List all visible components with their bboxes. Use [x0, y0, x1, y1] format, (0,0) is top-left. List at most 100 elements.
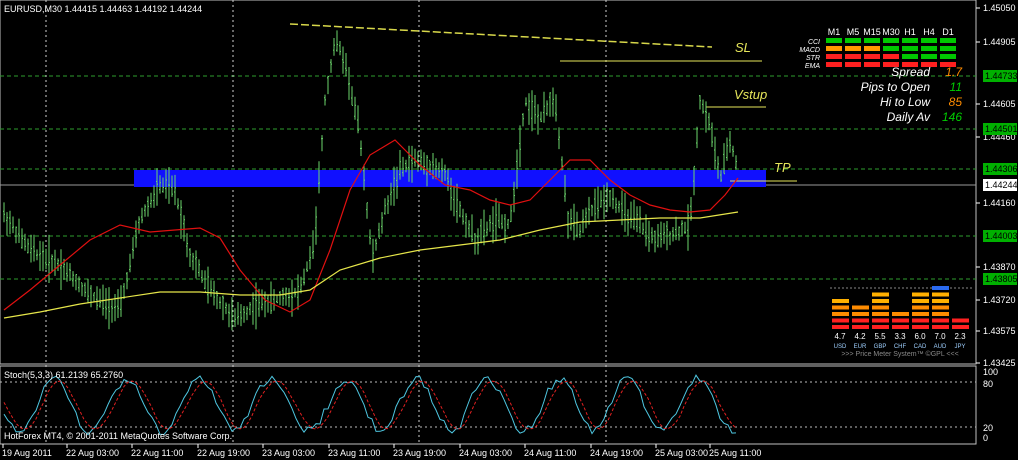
trend-row-label: STR [806, 55, 820, 62]
meter-value: 6.0 [914, 332, 926, 341]
trend-row-label: CCI [808, 39, 820, 46]
meter-bar-segment [932, 305, 949, 310]
meter-bar-segment [892, 312, 909, 316]
meter-bar-segment [912, 305, 929, 310]
price-marker: 1.44733 [983, 70, 1018, 82]
trend-column-label: M15 [863, 27, 881, 37]
meter-bar-segment [952, 318, 969, 323]
meter-bar-segment [952, 325, 969, 329]
meter-bar-segment [932, 299, 949, 303]
tp-label: TP [774, 160, 791, 175]
time-tick-label: 22 Aug 03:00 [66, 448, 119, 458]
meter-bar-segment [932, 318, 949, 323]
price-marker: 1.44501 [983, 123, 1018, 135]
meter-value: 4.2 [854, 332, 866, 341]
price-marker: 1.44003 [983, 230, 1018, 242]
stoch-tick-label: 100 [983, 367, 998, 377]
time-tick-label: 23 Aug 03:00 [262, 448, 315, 458]
trend-column-label: D1 [942, 27, 954, 37]
trend-cell [845, 62, 861, 67]
symbol-header: EURUSD,M30 1.44415 1.44463 1.44192 1.442… [4, 4, 202, 14]
meter-value: 3.3 [894, 332, 906, 341]
vstup-label: Vstup [734, 87, 767, 102]
meter-bar-segment [832, 312, 849, 316]
meter-bar-segment [832, 318, 849, 323]
meter-bar-segment [852, 318, 869, 323]
meter-bar-segment [872, 312, 889, 316]
time-tick-label: 23 Aug 11:00 [328, 448, 380, 458]
entry-zone [134, 170, 766, 187]
meter-bar-segment [912, 318, 929, 323]
meter-bar-segment [892, 325, 909, 329]
trend-cell [845, 54, 861, 59]
trend-cell [864, 46, 880, 51]
trend-column-label: H4 [923, 27, 935, 37]
price-tick-label: 1.45050 [983, 3, 1016, 13]
price-marker-label: 1.44244 [985, 180, 1018, 190]
trend-cell [940, 38, 956, 43]
trend-cell [845, 38, 861, 43]
meter-bar-segment [932, 325, 949, 329]
meter-value: 5.5 [874, 332, 886, 341]
meter-value: 7.0 [934, 332, 946, 341]
meter-currency: USD [834, 344, 847, 350]
meter-bar-segment [852, 305, 869, 310]
trend-cell [883, 54, 899, 59]
trend-cell [845, 46, 861, 51]
stat-label: Daily Av [887, 110, 931, 124]
meter-bar-segment [912, 299, 929, 303]
time-tick-label: 22 Aug 19:00 [197, 448, 250, 458]
trend-cell [921, 38, 937, 43]
meter-currency: CAD [914, 344, 927, 350]
meter-bar-segment [872, 292, 889, 297]
meter-bar-segment [872, 305, 889, 310]
trend-cell [864, 38, 880, 43]
time-tick-label: 25 Aug 11:00 [709, 448, 761, 458]
price-marker: 1.43805 [983, 273, 1018, 285]
stat-label: Spread [891, 65, 930, 79]
price-marker-label: 1.44733 [985, 71, 1018, 81]
time-tick-label: 24 Aug 19:00 [590, 448, 643, 458]
time-axis: 19 Aug 2011 22 Aug 03:00 22 Aug 11:00 22 Au… [2, 444, 761, 458]
price-marker: 1.44244 [983, 179, 1018, 191]
trend-cell [940, 54, 956, 59]
stoch-label: Stoch(5,3,3) 61.2139 65.2760 [4, 370, 123, 380]
trend-cell [940, 46, 956, 51]
time-tick-label: 24 Aug 03:00 [459, 448, 512, 458]
trend-column-label: H1 [904, 27, 916, 37]
trend-cell [883, 38, 899, 43]
meter-bar-segment [832, 325, 849, 329]
meter-value: 4.7 [834, 332, 846, 341]
price-marker-label: 1.44003 [985, 231, 1018, 241]
trend-cell [902, 46, 918, 51]
chart-canvas[interactable]: 1.450501.449051.446051.444601.441601.438… [0, 0, 1018, 460]
trend-cell [921, 54, 937, 59]
trend-column-label: M1 [828, 27, 841, 37]
meter-currency: GBP [874, 344, 887, 350]
trend-cell [883, 46, 899, 51]
trend-cell [902, 54, 918, 59]
price-tick-label: 1.44605 [983, 99, 1016, 109]
meter-bar-segment [872, 318, 889, 323]
stat-value: 146 [942, 110, 962, 124]
trend-cell [826, 62, 842, 67]
time-tick-label: 24 Aug 11:00 [524, 448, 576, 458]
price-tick-label: 1.44160 [983, 198, 1016, 208]
meter-currency: JPY [954, 344, 965, 350]
time-tick-label: 22 Aug 11:00 [131, 448, 183, 458]
meter-bar-segment [912, 292, 929, 297]
meter-bar-segment [852, 312, 869, 316]
trend-cell [921, 46, 937, 51]
meter-value: 2.3 [954, 332, 966, 341]
trend-cell [826, 46, 842, 51]
time-tick-label: 23 Aug 19:00 [393, 448, 446, 458]
meter-currency: CHF [894, 344, 907, 350]
trend-column-label: M5 [847, 27, 860, 37]
trend-cell [826, 54, 842, 59]
meter-bar-segment [892, 318, 909, 323]
price-marker-label: 1.43805 [985, 274, 1018, 284]
stat-value: 85 [949, 95, 963, 109]
trend-row-label: MACD [799, 47, 820, 54]
trend-column-label: M30 [882, 27, 900, 37]
meter-bar-segment [912, 312, 929, 316]
